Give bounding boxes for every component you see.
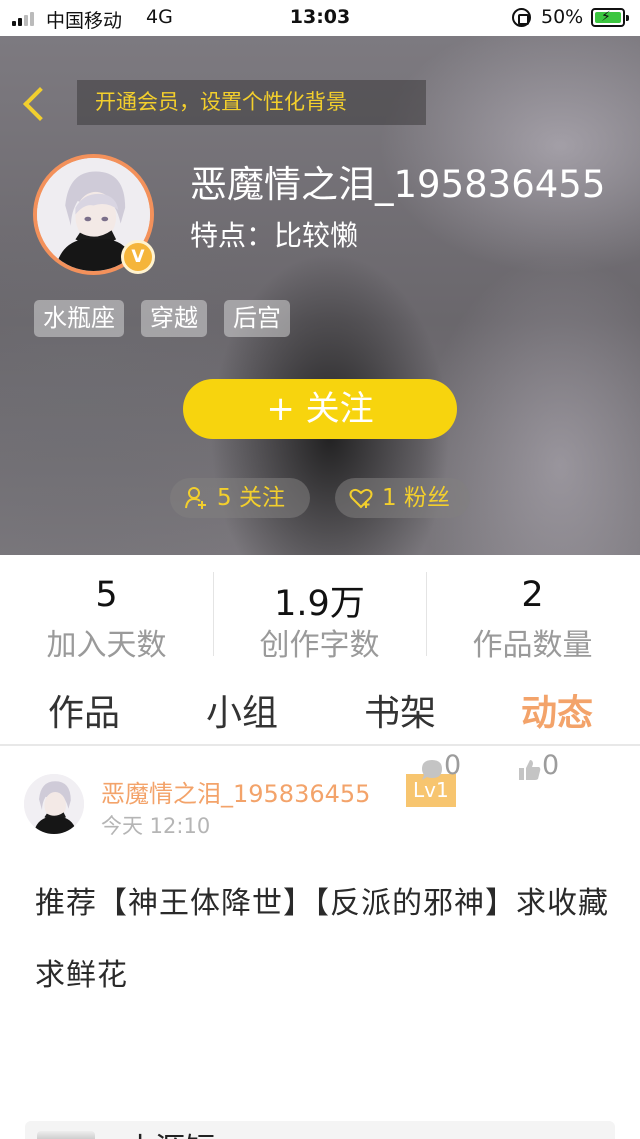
vip-background-banner[interactable]: 开通会员，设置个性化背景 [77,80,426,125]
tab-bookshelf[interactable]: 书架 [364,684,436,736]
tab-groups[interactable]: 小组 [206,684,278,736]
comment-icon [422,760,442,780]
post-time: 今天 12:10 [101,814,211,838]
following-count-button[interactable]: 5 关注 [170,478,310,518]
stat-value: 1.9万 [274,584,365,624]
stat-label: 加入天数 [46,628,167,663]
thumbs-up-icon [519,760,541,780]
post-author[interactable]: 恶魔情之泪_195836455 [101,774,370,809]
following-count: 5 关注 [217,485,285,511]
tag: 水瓶座 [34,300,124,337]
next-post-title: 小源短... [125,1124,244,1139]
stat-label: 创作字数 [259,628,380,663]
follow-button[interactable]: + 关注 [183,379,457,439]
post-content[interactable]: 推荐【神王体降世】【反派的邪神】求收藏求鲜花 [35,868,610,1012]
orientation-lock-icon [512,8,531,27]
stat-works-count: 2 作品数量 [426,555,639,663]
tag: 穿越 [141,300,207,337]
fans-count-button[interactable]: 1 粉丝 [335,478,470,518]
profile-header: 开通会员，设置个性化背景 V 恶魔情之泪_195836455 特点：比较懒 水瓶… [0,36,640,555]
fans-count: 1 粉丝 [382,485,450,511]
stat-join-days: 5 加入天数 [0,555,213,663]
stat-value: 5 [95,575,118,615]
back-chevron-icon[interactable] [16,82,52,128]
battery-icon: ⚡ [591,8,629,27]
stat-value: 2 [521,575,544,615]
next-post-card[interactable]: 小源短... [25,1121,615,1139]
tab-activity[interactable]: 动态 [521,684,593,736]
add-user-icon [185,487,206,509]
profile-tabs: 作品 小组 书架 动态 [0,672,640,746]
tab-works[interactable]: 作品 [48,684,120,736]
stat-label: 作品数量 [472,628,593,663]
tag-list: 水瓶座 穿越 后宫 [34,300,290,337]
status-bar: 中国移动 4G 13:03 50% ⚡ [0,0,640,36]
battery-percent: 50% [541,6,584,28]
tag: 后宫 [224,300,290,337]
stat-word-count: 1.9万 创作字数 [213,555,426,663]
activity-feed: 恶魔情之泪_195836455 Lv1 今天 12:10 推荐【神王体降世】【反… [0,748,640,1139]
stats-row: 5 加入天数 1.9万 创作字数 2 作品数量 [0,555,640,663]
avatar[interactable] [24,774,84,834]
heart-plus-icon [349,488,373,509]
user-name: 恶魔情之泪_195836455 [190,163,606,206]
vip-icon: V [121,240,155,274]
comment-count: 0 [444,750,462,781]
user-feature: 特点：比较懒 [190,219,359,252]
post-thumbnail [37,1131,95,1139]
like-count: 0 [542,750,560,781]
